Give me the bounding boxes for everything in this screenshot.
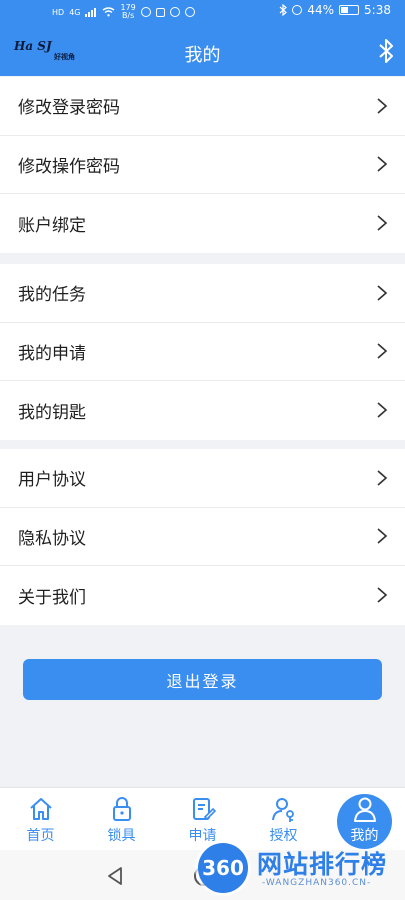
menu-item-label: 用户协议 bbox=[18, 470, 86, 491]
chevron-right-icon bbox=[377, 98, 388, 114]
tab-label: 首页 bbox=[26, 828, 55, 844]
watermark-domain: -WANGZHAN360.CN- bbox=[262, 878, 372, 888]
back-icon[interactable] bbox=[106, 866, 124, 886]
menu-item-label: 关于我们 bbox=[18, 587, 86, 608]
menu-item-privacy-agreement[interactable]: 隐私协议 bbox=[0, 508, 405, 566]
menu-group-account: 修改登录密码 修改操作密码 账户绑定 bbox=[0, 77, 405, 253]
menu-item-label: 修改登录密码 bbox=[18, 98, 120, 119]
menu-item-my-applications[interactable]: 我的申请 bbox=[0, 323, 405, 381]
tab-label: 申请 bbox=[188, 828, 217, 844]
message-icon bbox=[184, 7, 195, 17]
menu-item-my-tasks[interactable]: 我的任务 bbox=[0, 264, 405, 323]
menu-item-my-keys[interactable]: 我的钥匙 bbox=[0, 381, 405, 440]
chevron-right-icon bbox=[377, 402, 388, 418]
net-speed-unit: B/s bbox=[121, 11, 135, 20]
tab-label: 我的 bbox=[350, 828, 379, 844]
chevron-right-icon bbox=[377, 587, 388, 603]
chevron-right-icon bbox=[377, 470, 388, 486]
signal-icon bbox=[85, 7, 97, 17]
user-icon bbox=[353, 797, 376, 822]
tab-locks[interactable]: 锁具 bbox=[81, 788, 162, 851]
chevron-right-icon bbox=[377, 215, 388, 231]
hd-indicator: HD bbox=[52, 7, 65, 17]
alarm-icon bbox=[292, 5, 303, 15]
lock-icon bbox=[112, 797, 131, 821]
menu-item-change-operation-password[interactable]: 修改操作密码 bbox=[0, 136, 405, 194]
clock: 5:38 bbox=[364, 3, 391, 17]
chevron-right-icon bbox=[377, 528, 388, 544]
bluetooth-status-icon bbox=[279, 4, 288, 16]
menu-group-tasks: 我的任务 我的申请 我的钥匙 bbox=[0, 264, 405, 440]
android-icon bbox=[169, 7, 180, 17]
menu-item-about-us[interactable]: 关于我们 bbox=[0, 566, 405, 625]
tab-apply[interactable]: 申请 bbox=[162, 788, 243, 851]
tab-label: 锁具 bbox=[107, 828, 136, 844]
apply-edit-icon bbox=[192, 798, 216, 821]
app-notification-icon bbox=[155, 7, 165, 17]
menu-item-label: 我的钥匙 bbox=[18, 402, 86, 423]
tab-mine[interactable]: 我的 bbox=[324, 788, 405, 851]
network-type: 4G bbox=[69, 7, 81, 17]
chevron-right-icon bbox=[377, 156, 388, 172]
bottom-tab-bar: 首页 锁具 申请 授权 我的 bbox=[0, 787, 405, 850]
menu-item-change-login-password[interactable]: 修改登录密码 bbox=[0, 77, 405, 136]
tab-label: 授权 bbox=[269, 828, 298, 844]
tab-authorize[interactable]: 授权 bbox=[243, 788, 324, 851]
menu-item-label: 我的申请 bbox=[18, 343, 86, 364]
status-bar: HD 4G 179 B/s 44% 5:38 bbox=[0, 0, 405, 22]
menu-item-label: 隐私协议 bbox=[18, 528, 86, 549]
status-right: 44% 5:38 bbox=[279, 3, 391, 17]
authorize-user-icon bbox=[271, 798, 294, 822]
page-title: 我的 bbox=[184, 45, 221, 66]
app-header: Ha SJ 好视角 我的 bbox=[0, 22, 405, 76]
chevron-right-icon bbox=[377, 343, 388, 359]
menu-item-account-binding[interactable]: 账户绑定 bbox=[0, 194, 405, 253]
notification-icon bbox=[140, 7, 151, 17]
menu-group-about: 用户协议 隐私协议 关于我们 bbox=[0, 449, 405, 625]
battery-icon bbox=[339, 5, 360, 15]
status-left: HD 4G 179 B/s bbox=[52, 4, 195, 20]
menu-item-label: 修改操作密码 bbox=[18, 156, 120, 177]
menu-item-user-agreement[interactable]: 用户协议 bbox=[0, 449, 405, 508]
watermark-badge: 360 bbox=[198, 843, 248, 893]
logout-button[interactable]: 退出登录 bbox=[23, 659, 382, 700]
wifi-icon bbox=[103, 7, 115, 17]
chevron-right-icon bbox=[377, 285, 388, 301]
menu-item-label: 我的任务 bbox=[18, 285, 86, 306]
home-icon bbox=[29, 798, 52, 820]
bluetooth-icon[interactable] bbox=[377, 38, 395, 64]
watermark-name: 网站排行榜 bbox=[257, 850, 388, 879]
menu-item-label: 账户绑定 bbox=[18, 215, 86, 236]
tab-home[interactable]: 首页 bbox=[0, 788, 81, 851]
battery-percent: 44% bbox=[307, 3, 335, 17]
